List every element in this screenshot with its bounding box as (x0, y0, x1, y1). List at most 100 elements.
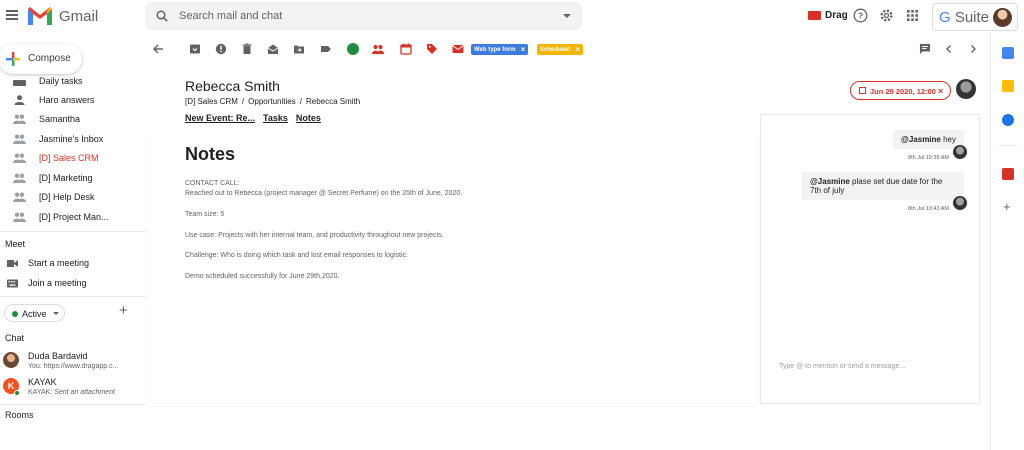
gmail-logo[interactable]: Gmail (28, 7, 98, 25)
gmail-m-icon (28, 7, 52, 25)
account-switcher[interactable]: G Suite (932, 3, 1018, 31)
message-avatar (953, 145, 967, 159)
note-line[interactable]: Demo scheduled successfully for June 29t… (185, 273, 339, 280)
sidebar-item-help-desk[interactable]: [D] Help Desk (0, 188, 146, 207)
group-icon (13, 114, 26, 124)
comment-input[interactable]: Type @ to mention or send a message... (779, 363, 905, 370)
rooms-section-title: Rooms (5, 410, 34, 420)
help-icon[interactable]: ? (853, 8, 868, 23)
move-to-folder-icon[interactable] (293, 43, 305, 55)
group-icon (13, 153, 26, 163)
join-meeting-link[interactable]: Join a meeting (0, 275, 146, 293)
remove-chip-icon[interactable]: × (575, 45, 580, 54)
compose-button[interactable]: Compose (0, 44, 82, 74)
keyboard-icon (7, 279, 18, 288)
delete-icon[interactable] (241, 43, 253, 55)
note-line[interactable]: Use case: Projects with her internal tea… (185, 232, 444, 239)
assignee-avatar[interactable] (956, 79, 976, 99)
start-meeting-link[interactable]: Start a meeting (0, 255, 146, 273)
label-icon (13, 80, 26, 86)
message-timestamp: 8th Jul 10:38 AM (908, 155, 949, 161)
calendar-due-date-icon[interactable] (400, 43, 412, 55)
tab-tasks[interactable]: Tasks (263, 113, 288, 123)
sidebar-item-samantha[interactable]: Samantha (0, 110, 146, 129)
new-chat-plus-icon[interactable]: + (119, 302, 128, 319)
drag-envelope-icon (808, 11, 821, 20)
breadcrumb-item: Rebecca Smith (305, 97, 361, 106)
side-panel-rail: + (990, 34, 1024, 450)
archive-icon[interactable] (189, 43, 201, 55)
comments-panel: @Jasmine hey 8th Jul 10:38 AM @Jasmine p… (760, 114, 980, 404)
detail-tabs: New Event: Re... Tasks Notes (185, 113, 329, 123)
note-line[interactable]: Challenge: Who is doing which task and l… (185, 252, 408, 259)
group-icon (13, 173, 26, 183)
divider (999, 145, 1017, 146)
gsuite-logo: G Suite (939, 9, 990, 26)
back-arrow-icon[interactable] (152, 43, 164, 55)
drag-email-icon[interactable] (452, 43, 464, 55)
tab-new-event[interactable]: New Event: Re... (185, 113, 255, 123)
tab-notes[interactable]: Notes (296, 113, 321, 123)
group-icon (13, 134, 26, 144)
message-avatar (953, 196, 967, 210)
search-icon[interactable] (156, 10, 168, 22)
drag-button[interactable]: Drag (808, 10, 848, 21)
top-bar: Gmail Search mail and chat Drag ? G Suit… (0, 0, 1024, 34)
breadcrumb-item[interactable]: [D] Sales CRM (185, 97, 238, 106)
plus-icon (6, 52, 20, 66)
chevron-right-icon[interactable] (967, 43, 979, 55)
search-input[interactable]: Search mail and chat (179, 10, 282, 22)
assign-users-icon[interactable] (372, 43, 384, 55)
tag-chip-scheduled[interactable]: Scheduled × (537, 44, 584, 55)
user-avatar[interactable] (993, 8, 1012, 27)
chat-item-duda-bardavid[interactable]: Duda Bardavid You: https://www.dragapp.c… (0, 350, 146, 376)
search-options-icon[interactable] (563, 14, 571, 18)
sidebar-item-haro-answers[interactable]: Haro answers (0, 91, 146, 110)
note-line[interactable]: Team size: 5 (185, 211, 224, 218)
report-spam-icon[interactable] (215, 43, 227, 55)
app-name: Gmail (59, 7, 99, 25)
drag-app-icon[interactable] (1002, 168, 1014, 180)
sidebar-item-jasmines-inbox[interactable]: Jasmine's Inbox (0, 130, 146, 149)
mark-unread-icon[interactable] (267, 43, 279, 55)
record-detail: Rebecca Smith [D] Sales CRM / Opportunitie… (148, 64, 990, 406)
remove-chip-icon[interactable]: × (521, 45, 526, 54)
message-toolbar: Web type form × Scheduled × (146, 34, 990, 64)
note-line[interactable]: CONTACT CALL: (185, 180, 240, 187)
calendar-app-icon[interactable] (1002, 47, 1014, 59)
calendar-icon (859, 87, 866, 94)
apps-grid-icon[interactable] (905, 8, 920, 23)
sidebar-item-sales-crm[interactable]: [D] Sales CRM (0, 149, 146, 168)
remove-due-date-icon[interactable]: × (938, 86, 943, 96)
due-date-chip[interactable]: Jun 29 2020, 12:00 × (850, 81, 951, 100)
chat-message: @Jasmine hey (893, 130, 964, 149)
status-green-icon[interactable] (347, 43, 359, 55)
settings-gear-icon[interactable] (879, 8, 894, 23)
sidebar-item-marketing[interactable]: [D] Marketing (0, 169, 146, 188)
chat-message: @Jasmine plase set due date for the 7th o… (802, 172, 964, 200)
drag-label: Drag (825, 10, 848, 21)
get-addons-plus-icon[interactable]: + (1003, 199, 1011, 214)
search-bar[interactable]: Search mail and chat (145, 2, 582, 30)
avatar (3, 352, 19, 368)
breadcrumb-item[interactable]: Opportunities (248, 97, 296, 106)
tasks-app-icon[interactable] (1002, 114, 1014, 126)
main-menu-icon[interactable] (6, 10, 18, 20)
group-icon (13, 192, 26, 202)
sidebar: Compose Daily tasks Haro answers Samanth… (0, 34, 146, 450)
label-tag-icon[interactable] (320, 43, 332, 55)
status-selector[interactable]: Active (4, 304, 65, 322)
tag-icon[interactable] (426, 43, 438, 55)
sidebar-item-project-management[interactable]: [D] Project Man... (0, 208, 146, 227)
comment-icon[interactable] (919, 43, 931, 55)
sidebar-item-daily-tasks[interactable]: Daily tasks (0, 72, 146, 91)
status-dot-icon (12, 311, 18, 317)
keep-app-icon[interactable] (1002, 80, 1014, 92)
tag-chip-web-type-form[interactable]: Web type form × (471, 44, 529, 55)
group-icon (13, 212, 26, 222)
note-line[interactable]: Reached out to Rebecca (project manager … (185, 190, 462, 197)
notes-panel: Notes CONTACT CALL: Reached out to Rebec… (148, 132, 758, 406)
chevron-left-icon[interactable] (943, 43, 955, 55)
page-title: Rebecca Smith (185, 78, 280, 94)
chat-item-kayak[interactable]: K KAYAK KAYAK: Sent an attachment (0, 376, 146, 402)
